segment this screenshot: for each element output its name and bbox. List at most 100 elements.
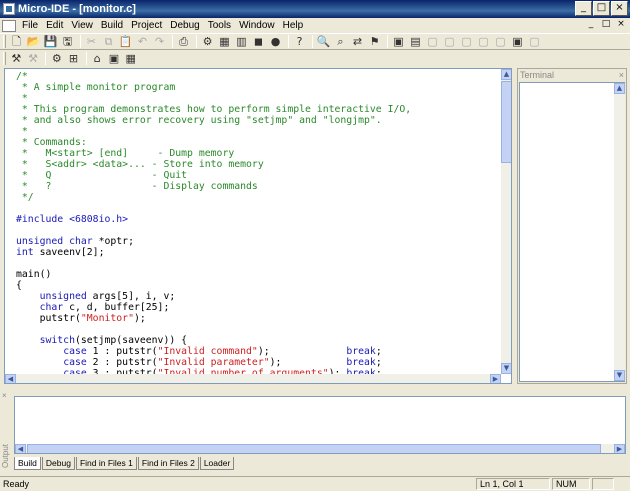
menu-tools[interactable]: Tools xyxy=(204,19,235,33)
run-icon[interactable]: ● xyxy=(268,34,283,49)
menu-help[interactable]: Help xyxy=(279,19,308,33)
find-in-files-icon[interactable]: ⌕ xyxy=(333,34,348,49)
code-editor[interactable]: /* * A simple monitor program * * This p… xyxy=(4,68,512,384)
doc-restore-button[interactable]: □ xyxy=(599,19,613,31)
menu-edit[interactable]: Edit xyxy=(42,19,67,33)
save-all-icon[interactable]: 🖫 xyxy=(60,34,75,49)
menu-debug[interactable]: Debug xyxy=(166,19,203,33)
project-window-icon[interactable]: ▣ xyxy=(107,51,122,66)
code-token: #include <6808io.h> xyxy=(16,214,129,225)
help-icon[interactable]: ? xyxy=(292,34,307,49)
code-area[interactable]: /* * A simple monitor program * * This p… xyxy=(5,69,501,375)
menu-project[interactable]: Project xyxy=(127,19,166,33)
toolbar-separator xyxy=(387,35,388,48)
open-folder-icon[interactable]: 📂 xyxy=(26,34,41,49)
code-line: * S<addr> <data>... - Store into memory xyxy=(16,159,501,170)
scroll-up-icon[interactable]: ▲ xyxy=(614,83,625,94)
project-settings-icon[interactable]: ⚙ xyxy=(49,51,64,66)
minimize-button[interactable]: _ xyxy=(575,1,592,16)
code-line: */ xyxy=(16,192,501,203)
code-token: case xyxy=(63,357,87,368)
output-side-label: Output xyxy=(1,443,10,468)
tab-debug[interactable]: Debug xyxy=(41,457,75,470)
title-bar[interactable]: Micro-IDE - [monitor.c] _ □ × xyxy=(0,0,630,18)
output-panel: × Output ◀ ▶ Build Debug Find in Files 1 Fi… xyxy=(0,390,630,472)
menu-view[interactable]: View xyxy=(67,19,97,33)
compile-icon[interactable]: ⚙ xyxy=(200,34,215,49)
save-icon[interactable]: 💾 xyxy=(43,34,58,49)
tab-find-in-files-2[interactable]: Find in Files 2 xyxy=(137,457,199,470)
menu-file[interactable]: File xyxy=(18,19,42,33)
close-button[interactable]: × xyxy=(611,1,628,16)
scroll-right-icon[interactable]: ▶ xyxy=(490,374,501,383)
scroll-left-icon[interactable]: ◀ xyxy=(5,374,16,383)
copy-icon: ⧉ xyxy=(104,35,113,48)
project-config-icon[interactable]: ▦ xyxy=(123,51,138,66)
print-icon[interactable]: ⎙ xyxy=(176,34,191,49)
toolbar-separator xyxy=(80,35,81,48)
scroll-thumb[interactable] xyxy=(501,81,511,163)
output-horizontal-scrollbar[interactable]: ◀ ▶ xyxy=(15,444,625,453)
build-icon[interactable]: ▦ xyxy=(217,34,232,49)
workspace-icon[interactable]: ▣ xyxy=(391,34,406,49)
scroll-down-icon[interactable]: ▼ xyxy=(614,370,625,381)
editor-vertical-scrollbar[interactable]: ▲ ▼ xyxy=(501,69,511,374)
maximize-button[interactable]: □ xyxy=(593,1,610,16)
scroll-left-icon[interactable]: ◀ xyxy=(15,444,26,453)
menu-build[interactable]: Build xyxy=(97,19,127,33)
terminal-area[interactable]: ▲ ▼ xyxy=(519,82,625,382)
editor-horizontal-scrollbar[interactable]: ◀ ▶ xyxy=(5,374,501,383)
tab-find-in-files-1[interactable]: Find in Files 1 xyxy=(75,457,137,470)
scroll-down-icon[interactable]: ▼ xyxy=(501,363,511,374)
toolbar-grip[interactable] xyxy=(3,52,6,65)
output-side-bar: × Output xyxy=(0,390,12,472)
status-field-empty xyxy=(592,478,614,490)
code-token: 2 : putstr( xyxy=(86,357,158,368)
terminal-icon[interactable]: ▣ xyxy=(510,34,525,49)
bookmark-icon[interactable]: ⚑ xyxy=(367,34,382,49)
call-stack-icon: ▢ xyxy=(495,35,506,48)
tab-build[interactable]: Build xyxy=(14,457,41,470)
debug-build-dim-icon: ⚒ xyxy=(28,52,38,65)
debug-build-icon[interactable]: ⚒ xyxy=(9,51,24,66)
code-token: { xyxy=(16,280,22,291)
micro-ide-window: Micro-IDE - [monitor.c] _ □ × File Edit Vi… xyxy=(0,0,630,491)
new-file-icon[interactable]: 🗋 xyxy=(9,34,24,49)
scroll-up-icon[interactable]: ▲ xyxy=(501,69,511,80)
menu-window[interactable]: Window xyxy=(235,19,279,33)
code-line: case 1 : putstr("Invalid command"); brea… xyxy=(16,346,501,357)
toolbar-separator xyxy=(85,52,87,65)
document-icon[interactable] xyxy=(2,19,16,32)
project-home-icon[interactable]: ⌂ xyxy=(90,51,105,66)
output-window-icon[interactable]: ▤ xyxy=(408,34,423,49)
toolbar-separator xyxy=(172,35,173,48)
code-token: * ? - Display commands xyxy=(16,181,258,192)
code-token: "Invalid parameter" xyxy=(157,357,270,368)
scroll-right-icon[interactable]: ▶ xyxy=(614,444,625,453)
scroll-thumb[interactable] xyxy=(27,444,601,453)
cut-icon: ✂ xyxy=(86,35,97,48)
code-token: * Commands: xyxy=(16,137,87,148)
doc-close-button[interactable]: × xyxy=(614,19,628,31)
find-icon[interactable]: 🔍 xyxy=(316,34,331,49)
code-token: * A simple monitor program xyxy=(16,82,176,93)
replace-icon[interactable]: ⇄ xyxy=(350,34,365,49)
doc-minimize-button[interactable]: _ xyxy=(584,19,598,31)
toolbar-grip[interactable] xyxy=(3,35,6,48)
code-line: * xyxy=(16,93,501,104)
window-controls: _ □ × xyxy=(575,1,628,16)
code-line: * xyxy=(16,126,501,137)
stop-build-icon[interactable]: ◼ xyxy=(251,34,266,49)
project-add-icon[interactable]: ⊞ xyxy=(66,51,81,66)
terminal-close-icon[interactable]: × xyxy=(619,69,626,81)
output-close-icon[interactable]: × xyxy=(2,391,7,400)
tab-loader[interactable]: Loader xyxy=(199,457,235,470)
terminal-vertical-scrollbar[interactable]: ▲ ▼ xyxy=(614,83,625,381)
code-token: * M<start> [end] - Dump memory xyxy=(16,148,235,159)
output-text-area[interactable]: ◀ ▶ xyxy=(14,396,626,454)
code-token: unsigned xyxy=(39,291,87,302)
rebuild-icon[interactable]: ▥ xyxy=(234,34,249,49)
